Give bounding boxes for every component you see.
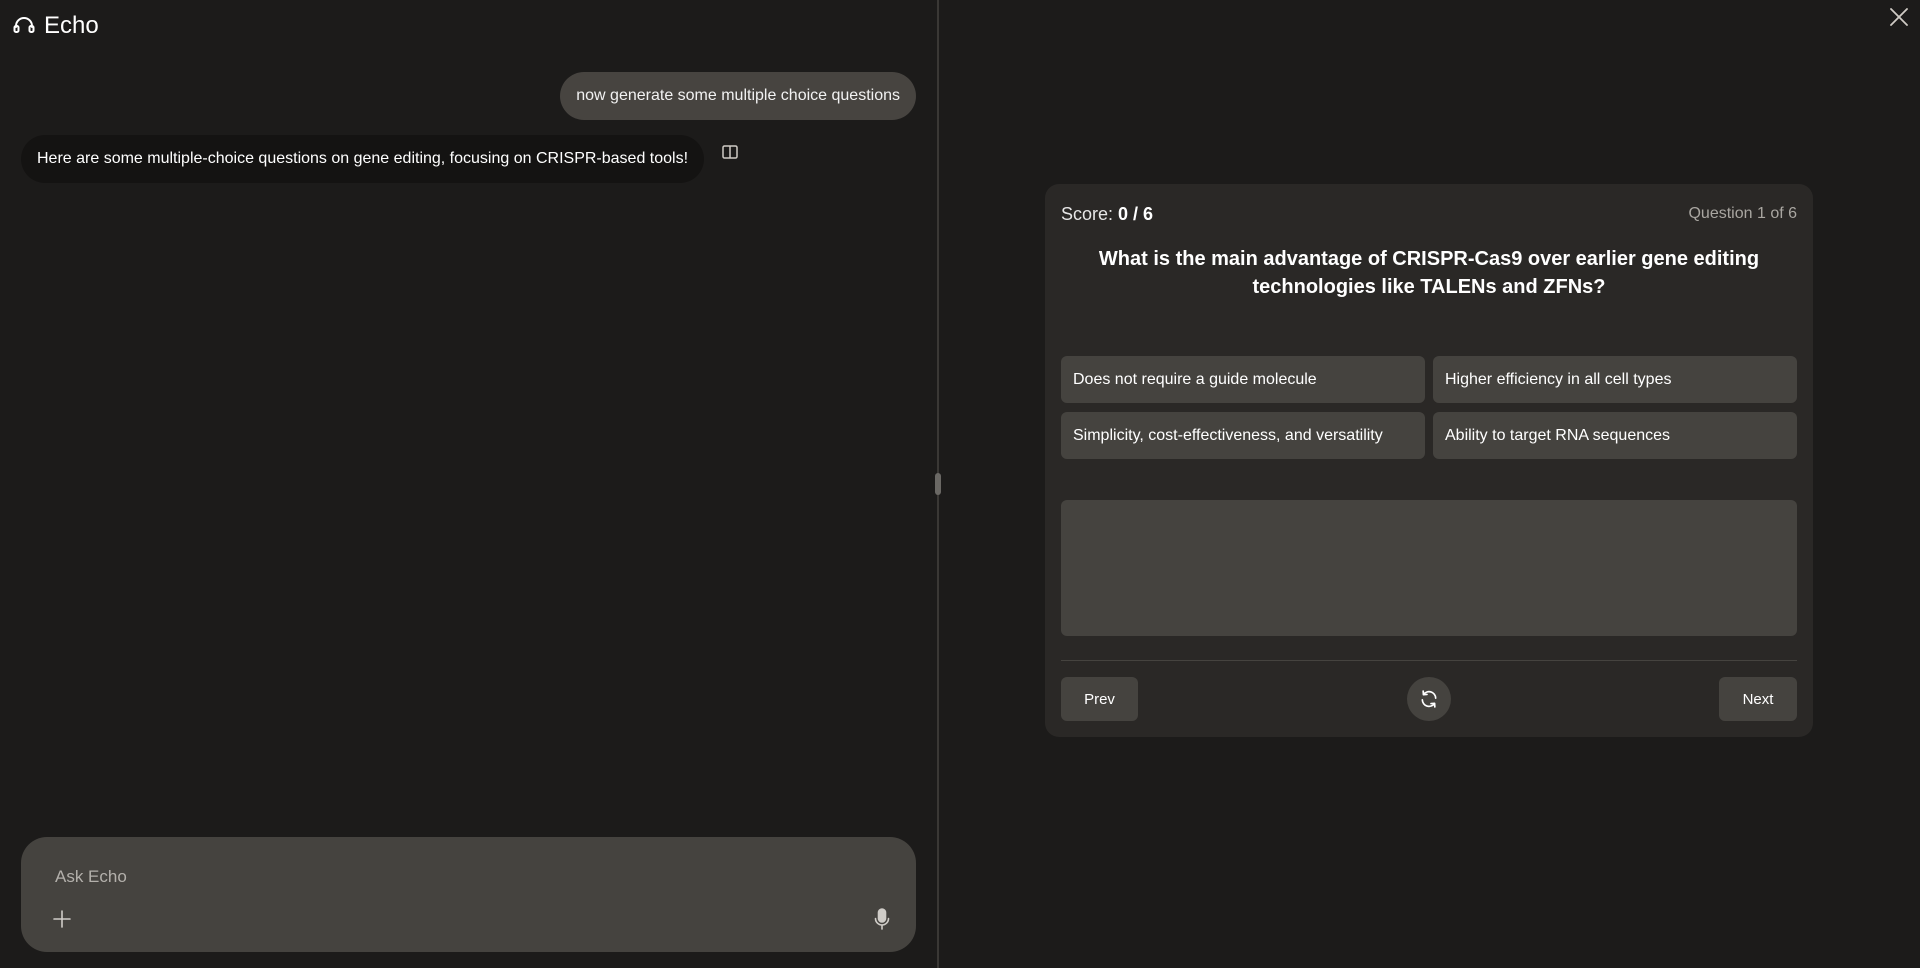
score-label: Score: bbox=[1061, 204, 1114, 224]
next-button[interactable]: Next bbox=[1719, 677, 1797, 721]
answer-option-a[interactable]: Does not require a guide molecule bbox=[1061, 356, 1425, 403]
prev-button[interactable]: Prev bbox=[1061, 677, 1138, 721]
plus-icon[interactable] bbox=[51, 908, 73, 930]
user-message: now generate some multiple choice questi… bbox=[560, 72, 916, 120]
headset-icon bbox=[13, 17, 35, 33]
app-title: Echo bbox=[44, 12, 99, 39]
answer-option-d[interactable]: Ability to target RNA sequences bbox=[1433, 412, 1797, 459]
answer-options: Does not require a guide molecule Higher… bbox=[1061, 356, 1797, 459]
close-icon[interactable] bbox=[1886, 4, 1912, 30]
answer-option-c[interactable]: Simplicity, cost-effectiveness, and vers… bbox=[1061, 412, 1425, 459]
microphone-icon[interactable] bbox=[872, 907, 892, 931]
resize-handle[interactable] bbox=[935, 473, 941, 495]
assistant-message: Here are some multiple-choice questions … bbox=[21, 135, 705, 183]
feedback-box bbox=[1061, 500, 1797, 636]
app-header: Echo bbox=[12, 12, 99, 40]
refresh-icon bbox=[1421, 690, 1437, 708]
score-value: 0 / 6 bbox=[1118, 204, 1154, 224]
quiz-card: Score: 0 / 6 Question 1 of 6 What is the… bbox=[1045, 184, 1813, 737]
score: Score: 0 / 6 bbox=[1061, 204, 1153, 225]
question-text: What is the main advantage of CRISPR-Cas… bbox=[1098, 248, 1760, 298]
refresh-button[interactable] bbox=[1407, 677, 1451, 721]
chat-pane: Echo now generate some multiple choice q… bbox=[0, 0, 937, 968]
split-view-icon[interactable] bbox=[721, 143, 739, 161]
card-divider bbox=[1061, 660, 1797, 661]
ask-input[interactable] bbox=[53, 861, 837, 893]
answer-option-b[interactable]: Higher efficiency in all cell types bbox=[1433, 356, 1797, 403]
message-composer bbox=[21, 837, 916, 952]
question-counter: Question 1 of 6 bbox=[1688, 205, 1797, 222]
